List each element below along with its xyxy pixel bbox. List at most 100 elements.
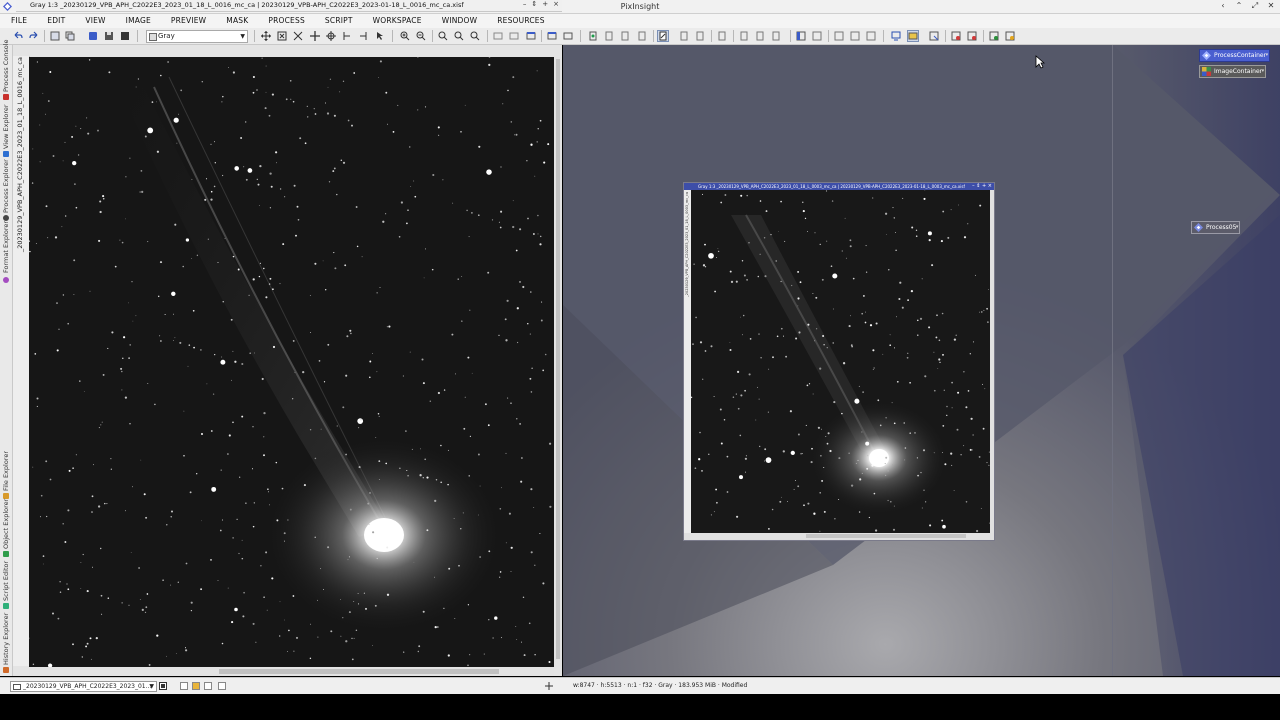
menu-resources[interactable]: RESOURCES <box>487 14 554 28</box>
image-window-secondary-vertical-tab[interactable]: _20230129_VPB_APH_C2022E3_2023_01_18_L_0… <box>684 190 691 533</box>
menu-file[interactable]: FILE <box>0 14 37 28</box>
monitor-icon[interactable] <box>891 31 901 41</box>
tab-format-explorer[interactable]: Format Explorer <box>1 221 11 273</box>
layout-left-icon[interactable] <box>796 31 806 41</box>
pan-mode-icon[interactable] <box>310 31 320 41</box>
image-window-main-vertical-scrollbar[interactable] <box>554 57 562 667</box>
tab-view-explorer[interactable]: View Explorer <box>1 103 11 149</box>
image-window-secondary-horizontal-scrollbar[interactable] <box>691 533 990 539</box>
image-view-comet[interactable] <box>29 57 554 667</box>
window-close-red-icon[interactable] <box>951 31 961 41</box>
screen-transfer-function-icon[interactable] <box>657 30 669 42</box>
menu-mask[interactable]: MASK <box>216 14 258 28</box>
zoom-in-icon[interactable] <box>400 31 410 41</box>
mask-invert-icon[interactable] <box>563 31 573 41</box>
channel-red-icon[interactable] <box>755 31 765 41</box>
close-icon[interactable]: ✕ <box>1266 1 1276 11</box>
select-left-icon[interactable] <box>342 31 352 41</box>
zoom-1-2-icon[interactable] <box>454 31 464 41</box>
image-window-main-vertical-tab[interactable]: _20230129_VPB_APH_C2022E3_2023_01_18_L_0… <box>13 56 30 666</box>
zoom-out-icon[interactable] <box>416 31 426 41</box>
tile-windows-icon[interactable] <box>929 31 939 41</box>
export-icon[interactable] <box>989 31 999 41</box>
stf-indicator-icon[interactable] <box>192 682 200 690</box>
menu-preview[interactable]: PREVIEW <box>161 14 216 28</box>
view-selector-combo[interactable]: _20230129_VPB_APH_C2022E3_2023_01... ▼ <box>10 681 157 692</box>
undo-icon[interactable] <box>13 31 23 41</box>
mask-show-icon[interactable] <box>547 31 557 41</box>
zoom-1-1-icon[interactable] <box>438 31 448 41</box>
resize-icon[interactable]: ⇕ <box>531 0 537 8</box>
tab-history-explorer[interactable]: History Explorer <box>1 613 11 665</box>
menu-workspace[interactable]: WORKSPACE <box>363 14 432 28</box>
tab-process-explorer[interactable]: Process Explorer <box>1 159 11 213</box>
layout-right-icon[interactable] <box>812 31 822 41</box>
maximize-icon[interactable]: ⤢ <box>1250 1 1260 11</box>
scroll-thumb[interactable] <box>806 534 966 538</box>
channel-green-icon[interactable] <box>771 31 781 41</box>
minimize-icon[interactable]: ⌃ <box>1234 1 1244 11</box>
tab-script-editor[interactable]: Script Editor <box>1 561 11 601</box>
zoom-fit-window-icon[interactable] <box>470 31 480 41</box>
maximize-icon[interactable]: + <box>542 0 548 8</box>
mask-remove-icon[interactable] <box>620 31 630 41</box>
close-icon[interactable]: × <box>553 0 559 8</box>
menu-window[interactable]: WINDOW <box>432 14 488 28</box>
stf-auto-icon[interactable] <box>717 31 727 41</box>
select-right-icon[interactable] <box>358 31 368 41</box>
process-explorer-icon[interactable] <box>850 31 860 41</box>
menu-view[interactable]: VIEW <box>75 14 115 28</box>
channel-combo[interactable]: Gray ▼ <box>146 30 248 43</box>
mask-enable-icon[interactable] <box>588 31 598 41</box>
mask-indicator-icon[interactable] <box>180 682 188 690</box>
duplicate-image-icon[interactable] <box>65 31 75 41</box>
script-explorer-icon[interactable] <box>866 31 876 41</box>
redo-icon[interactable] <box>29 31 39 41</box>
explorer-icon[interactable] <box>834 31 844 41</box>
fit-view-icon[interactable] <box>293 31 303 41</box>
open-file-icon[interactable] <box>88 31 98 41</box>
stf-link-icon[interactable] <box>679 31 689 41</box>
image-window-main-titlebar[interactable]: Gray 1:3 _20230129_VPB_APH_C2022E3_2023_… <box>16 0 562 12</box>
menu-image[interactable]: IMAGE <box>116 14 161 28</box>
preview-new-icon[interactable] <box>509 31 519 41</box>
color-indicator-icon[interactable] <box>204 682 212 690</box>
menu-edit[interactable]: EDIT <box>37 14 75 28</box>
tab-object-explorer[interactable]: Object Explorer <box>1 499 11 549</box>
image-view-comet-secondary[interactable] <box>691 190 990 533</box>
view-properties-icon[interactable] <box>159 682 167 690</box>
tab-file-explorer[interactable]: File Explorer <box>1 451 11 491</box>
save-icon[interactable] <box>104 31 114 41</box>
image-window-main-horizontal-scrollbar[interactable] <box>29 667 554 676</box>
window-menu-icon[interactable]: ‹ <box>1218 1 1228 11</box>
tab-process-console[interactable]: Process Console <box>1 39 11 92</box>
center-view-icon[interactable] <box>326 31 336 41</box>
preview-icon[interactable] <box>493 31 503 41</box>
shade-icon[interactable]: – <box>523 0 527 8</box>
new-image-icon[interactable] <box>50 31 60 41</box>
image-container-icon-chip[interactable]: ImageContainer ▾ <box>1199 65 1267 78</box>
image-workspace-icon[interactable] <box>907 30 919 42</box>
menu-script[interactable]: SCRIPT <box>315 14 363 28</box>
image-window-secondary-titlebar[interactable]: Gray 1:3 _20230129_VPB_APH_C2022E3_2023_… <box>684 183 994 190</box>
image-window-secondary-vertical-scrollbar[interactable] <box>990 190 994 533</box>
pointer-icon[interactable] <box>375 31 385 41</box>
process05-icon-chip[interactable]: Process05 ▾ <box>1191 221 1241 234</box>
zoom-fit-icon[interactable] <box>277 31 287 41</box>
save-as-icon[interactable] <box>120 31 130 41</box>
mask-disable-icon[interactable] <box>604 31 614 41</box>
settings-icon[interactable] <box>1005 31 1015 41</box>
navigation-mode-icon[interactable] <box>261 31 271 41</box>
channel-rgb-icon[interactable] <box>739 31 749 41</box>
window-close-all-icon[interactable] <box>967 31 977 41</box>
mask-select-icon[interactable] <box>637 31 647 41</box>
readout-indicator-icon[interactable] <box>218 682 226 690</box>
scroll-thumb[interactable] <box>556 59 560 659</box>
stf-reset-icon[interactable] <box>695 31 705 41</box>
scroll-thumb[interactable] <box>219 669 499 674</box>
preview-delete-icon[interactable] <box>526 31 536 41</box>
menu-process[interactable]: PROCESS <box>258 14 315 28</box>
process-container-icon-chip[interactable]: ProcessContainer ▾ <box>1199 49 1271 62</box>
image-window-secondary-controls[interactable]: – ⇕ + × <box>972 183 992 190</box>
image-window-secondary[interactable]: Gray 1:3 _20230129_VPB_APH_C2022E3_2023_… <box>683 182 995 541</box>
